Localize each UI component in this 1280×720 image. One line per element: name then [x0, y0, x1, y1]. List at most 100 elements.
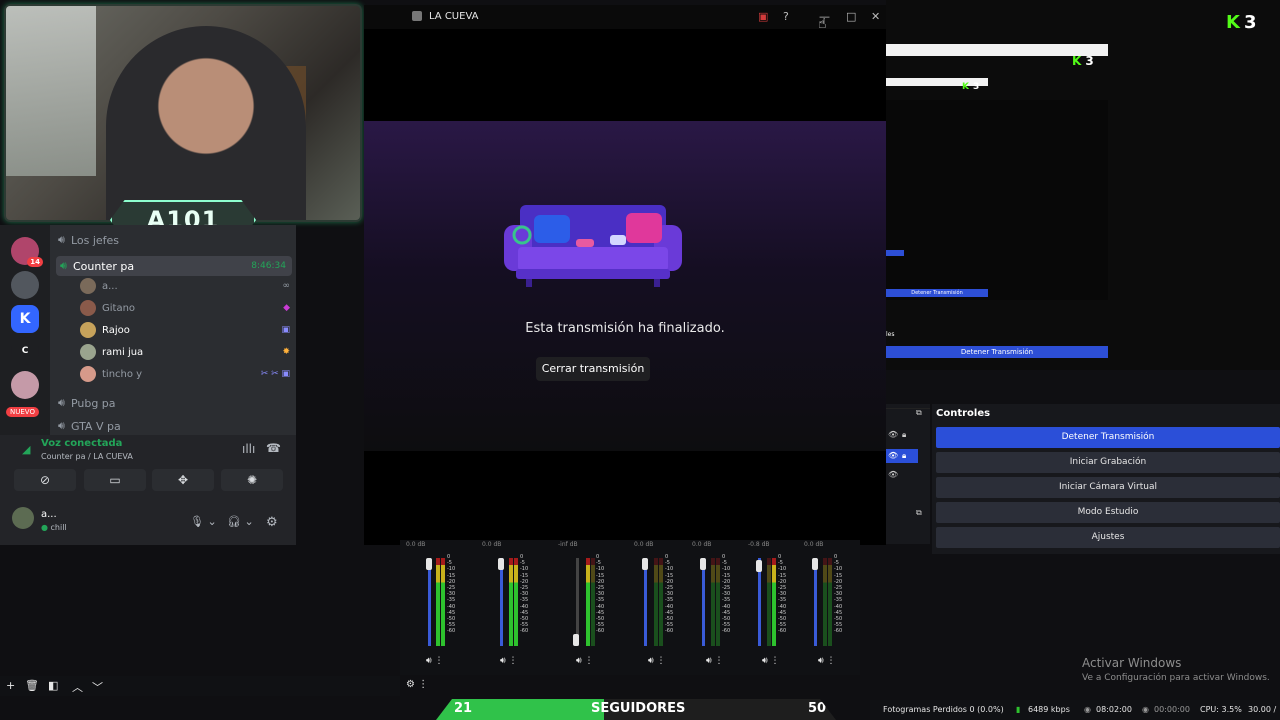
activation-title: Activar Windows	[1082, 656, 1182, 670]
fader-knob[interactable]	[642, 558, 648, 570]
bitrate: 6489 kbps	[1028, 705, 1070, 714]
mute-speaker-icon[interactable]: 🔊︎ ⋮	[706, 656, 724, 666]
close-stream-button[interactable]: Cerrar transmisión	[536, 357, 650, 381]
dropped-frames: Fotogramas Perdidos 0 (0.0%)	[883, 705, 1004, 714]
mute-speaker-icon[interactable]: 🔊︎ ⋮	[426, 656, 444, 666]
channel-los-jefes[interactable]: 🔊︎ Los jefes	[58, 233, 119, 247]
settings-button[interactable]: Ajustes	[936, 527, 1280, 548]
db-label: -inf dB	[558, 541, 578, 548]
level-meter	[586, 558, 590, 646]
meter-scale: 0 -5 -10 -15 -20 -25 -30 -35 -40 -45 -50…	[834, 554, 843, 635]
mute-speaker-icon[interactable]: 🔊︎ ⋮	[762, 656, 780, 666]
mixer-settings-icon[interactable]: ⚙ ⋮	[406, 679, 428, 690]
fader-knob[interactable]	[756, 560, 762, 572]
noise-icon[interactable]: ıllı	[242, 442, 255, 456]
headphones-icon[interactable]: 🎧︎ ⌄	[227, 515, 254, 528]
audio-mixer: 0.0 dB 0 -5 -10 -15 -20 -25 -30 -35 -40 …	[400, 540, 860, 675]
activities-button[interactable]: ✥	[152, 469, 214, 491]
filter-icon[interactable]: ◧	[48, 679, 58, 692]
visibility-eye-icon[interactable]: 👁︎	[888, 451, 898, 460]
lock-icon[interactable]: 🔒︎	[902, 451, 906, 461]
volume-fader[interactable]	[576, 558, 579, 646]
volume-fader[interactable]	[702, 558, 705, 646]
delete-icon[interactable]: 🗑︎	[25, 679, 39, 692]
record-time: 00:00:00	[1154, 705, 1190, 714]
speaker-icon: 🔊︎	[58, 419, 65, 432]
mixer-channel: 0.0 dB 0 -5 -10 -15 -20 -25 -30 -35 -40 …	[634, 540, 684, 675]
user-avatar[interactable]	[12, 507, 34, 529]
fader-knob[interactable]	[700, 558, 706, 570]
voice-user[interactable]: Gitano ◆	[80, 299, 290, 317]
fader-knob[interactable]	[498, 558, 504, 570]
start-recording-button[interactable]: Iniciar Grabación	[936, 452, 1280, 473]
volume-fader[interactable]	[428, 558, 431, 646]
db-label: 0.0 dB	[406, 541, 426, 548]
mute-speaker-icon[interactable]: 🔊︎ ⋮	[648, 656, 666, 666]
visibility-eye-icon[interactable]: 👁︎	[888, 430, 898, 439]
microphone-icon[interactable]: 🎙︎ ⌄	[190, 515, 217, 528]
screen-share-button[interactable]: ▭	[84, 469, 146, 491]
move-down-icon[interactable]: ﹀	[92, 679, 103, 695]
move-up-icon[interactable]: ︿	[72, 679, 83, 695]
signal-icon: ◢	[22, 443, 31, 456]
webcam-feed	[4, 4, 362, 222]
studio-mode-button[interactable]: Modo Estudio	[936, 502, 1280, 523]
volume-fader[interactable]	[814, 558, 817, 646]
avatar	[80, 344, 96, 360]
lock-icon[interactable]: 🔒︎	[902, 430, 906, 440]
help-icon[interactable]: ?	[783, 10, 789, 23]
server-icon[interactable]: 14	[11, 237, 43, 267]
start-virtual-camera-button[interactable]: Iniciar Cámara Virtual	[936, 477, 1280, 498]
preview-nested	[886, 100, 1108, 300]
voice-user[interactable]: a... ∞	[80, 277, 290, 295]
scene-toolbar: + 🗑︎ ◧ ︿ ﹀	[0, 676, 400, 696]
visibility-eye-icon[interactable]: 👁︎	[888, 470, 898, 479]
voice-user[interactable]: rami jua ✸	[80, 343, 290, 361]
mute-speaker-icon[interactable]: 🔊︎ ⋮	[576, 656, 594, 666]
maximize-icon[interactable]: □	[846, 10, 856, 23]
mute-speaker-icon[interactable]: 🔊︎ ⋮	[500, 656, 518, 666]
fader-knob[interactable]	[812, 558, 818, 570]
discord-panel: 14 K C NUEVO 🔊︎ Los jefes 🔊︎ Counter pa 8:…	[0, 225, 296, 545]
volume-fader[interactable]	[500, 558, 503, 646]
channel-pubg-pa[interactable]: 🔊︎ Pubg pa	[58, 396, 116, 410]
cast-icon[interactable]: ▣	[758, 10, 768, 23]
meter-scale: 0 -5 -10 -15 -20 -25 -30 -35 -40 -45 -50…	[778, 554, 787, 635]
level-meter	[772, 558, 776, 646]
avatar	[80, 322, 96, 338]
camera-off-button[interactable]: ⊘	[14, 469, 76, 491]
kick-badge: K3	[1226, 12, 1257, 33]
soundboard-button[interactable]: ✺	[221, 469, 283, 491]
add-icon[interactable]: +	[6, 679, 15, 692]
mixer-channel: 0.0 dB 0 -5 -10 -15 -20 -25 -30 -35 -40 …	[406, 540, 456, 675]
channel-gta-v-pa[interactable]: 🔊︎ GTA V pa	[58, 419, 121, 433]
voice-user[interactable]: Rajoo ▣	[80, 321, 290, 339]
avatar	[80, 300, 96, 316]
disconnect-icon[interactable]: ☎	[266, 441, 281, 455]
close-icon[interactable]: ✕	[871, 10, 880, 23]
server-icon[interactable]	[11, 271, 39, 299]
followers-current: 21	[454, 701, 473, 716]
stream-dock-window: LA CUEVA ▣ ? — □ ✕ Esta transmisión ha f…	[364, 5, 886, 545]
obs-preview: K3 K3 K3 Detener Transmisión les Detener…	[886, 0, 1280, 370]
mixer-channel: 0.0 dB 0 -5 -10 -15 -20 -25 -30 -35 -40 …	[482, 540, 532, 675]
voice-status: Voz conectada	[41, 438, 123, 449]
dock-menu-icon[interactable]: ⧉	[916, 408, 922, 418]
mute-speaker-icon[interactable]: 🔊︎ ⋮	[818, 656, 836, 666]
level-meter	[514, 558, 518, 646]
settings-gear-icon[interactable]: ⚙	[266, 515, 278, 530]
channel-counter-pa[interactable]: 🔊︎ Counter pa 8:46:34	[56, 256, 292, 276]
speaker-icon: 🔊︎	[58, 396, 65, 409]
voice-user[interactable]: tincho y ✂ ✂ ▣	[80, 365, 290, 383]
voice-location[interactable]: Counter pa / LA CUEVA	[41, 452, 133, 461]
dock-menu-icon[interactable]: ⧉	[916, 508, 922, 518]
volume-fader[interactable]	[644, 558, 647, 646]
fader-knob[interactable]	[573, 634, 579, 646]
server-icon[interactable]: C	[11, 337, 39, 365]
server-icon[interactable]: K	[11, 305, 39, 333]
stop-streaming-button[interactable]: Detener Transmisión	[936, 427, 1280, 448]
mixer-channel: -0.8 dB 0 -5 -10 -15 -20 -25 -30 -35 -40…	[748, 540, 798, 675]
server-icon[interactable]	[11, 371, 39, 399]
fader-knob[interactable]	[426, 558, 432, 570]
window-app-icon	[412, 11, 422, 21]
